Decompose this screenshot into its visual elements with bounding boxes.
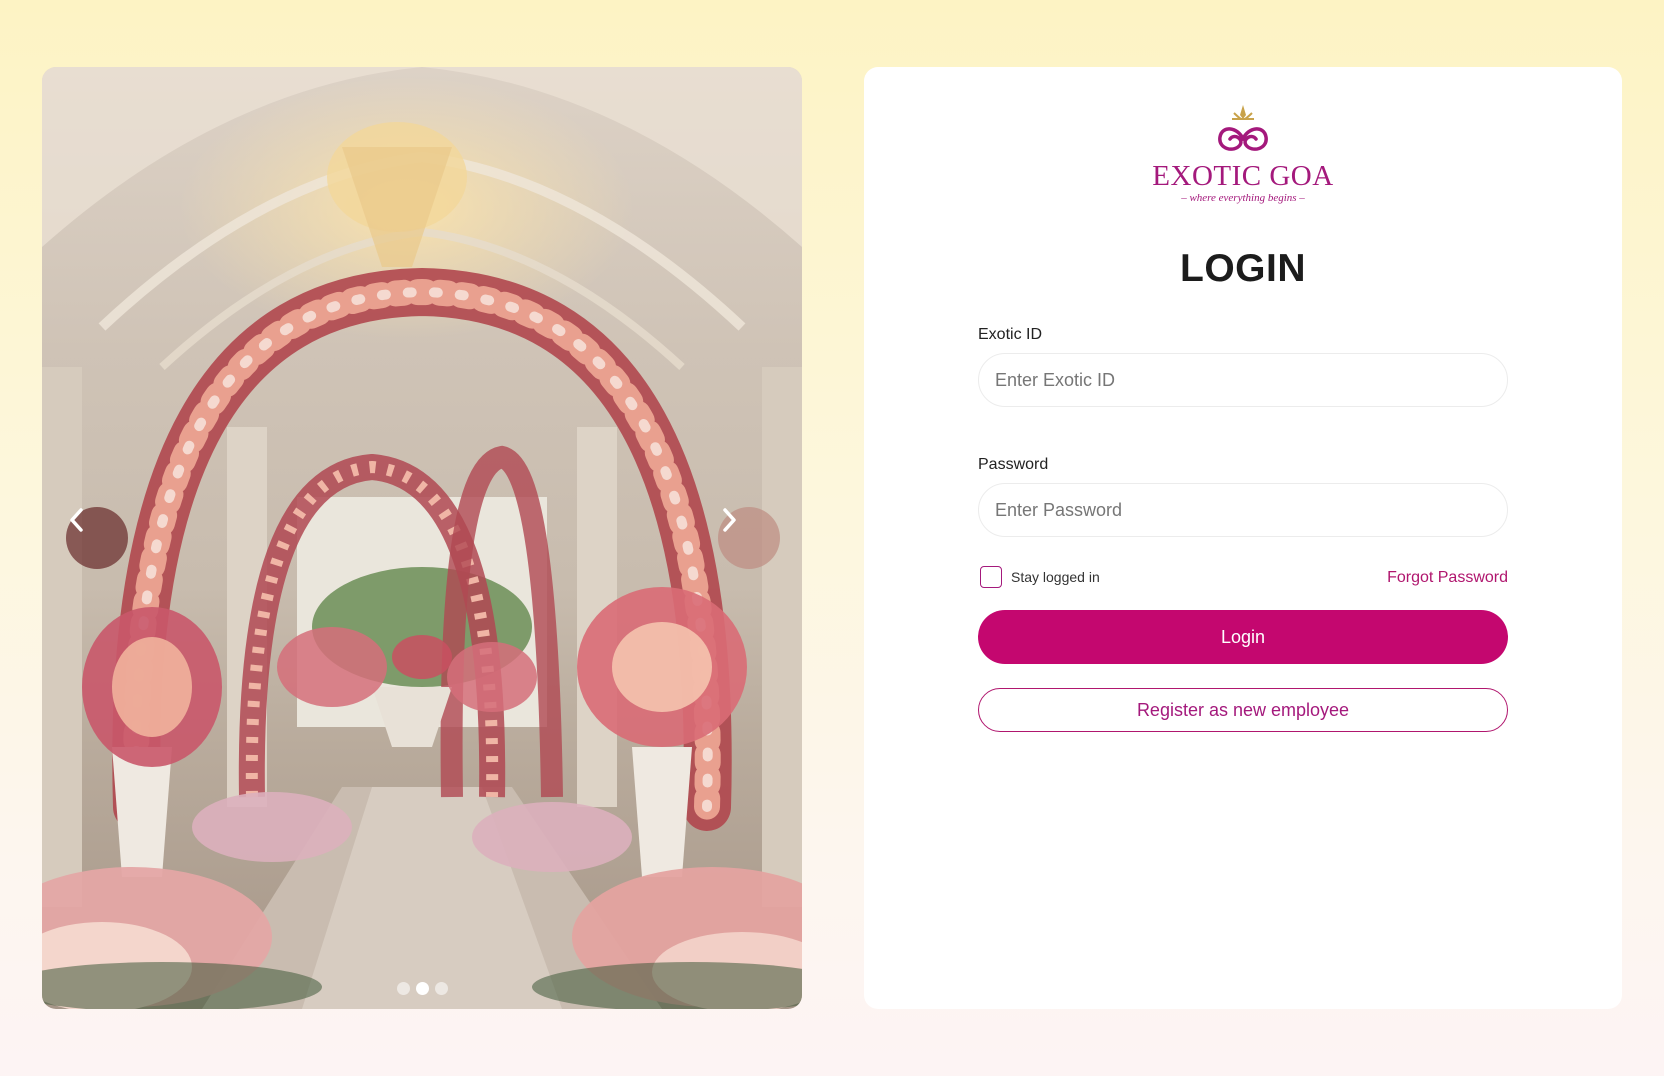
brand-logo: EXOTIC GOA – where everything begins – bbox=[864, 103, 1622, 204]
brand-name: EXOTIC GOA bbox=[1152, 160, 1334, 192]
login-button[interactable]: Login bbox=[978, 610, 1508, 664]
stay-logged-in-label: Stay logged in bbox=[1011, 569, 1100, 585]
password-label: Password bbox=[978, 456, 1049, 473]
image-carousel bbox=[42, 67, 802, 1009]
carousel-dot-1[interactable] bbox=[396, 982, 410, 995]
carousel-next-button[interactable] bbox=[718, 507, 780, 569]
chevron-right-icon bbox=[723, 508, 736, 532]
carousel-dot-3[interactable] bbox=[434, 982, 448, 995]
page-title: LOGIN bbox=[1180, 247, 1306, 290]
chevron-left-icon bbox=[70, 508, 83, 532]
carousel-image bbox=[42, 67, 802, 1009]
carousel-indicators bbox=[42, 982, 802, 995]
brand-tagline: – where everything begins – bbox=[1181, 192, 1305, 204]
forgot-password-link[interactable]: Forgot Password bbox=[1387, 569, 1508, 587]
brand-emblem-icon bbox=[1218, 105, 1268, 151]
exotic-id-input[interactable]: Enter Exotic ID bbox=[978, 353, 1508, 407]
password-input[interactable]: Enter Password bbox=[978, 483, 1508, 537]
exotic-id-label: Exotic ID bbox=[978, 326, 1043, 343]
login-card: EXOTIC GOA – where everything begins – L… bbox=[864, 67, 1622, 1009]
stay-logged-in[interactable]: Stay logged in bbox=[980, 566, 1100, 588]
carousel-dot-2[interactable] bbox=[415, 982, 429, 995]
register-button[interactable]: Register as new employee bbox=[978, 688, 1508, 732]
carousel-prev-button[interactable] bbox=[66, 507, 128, 569]
stay-logged-in-checkbox[interactable] bbox=[980, 566, 1002, 588]
